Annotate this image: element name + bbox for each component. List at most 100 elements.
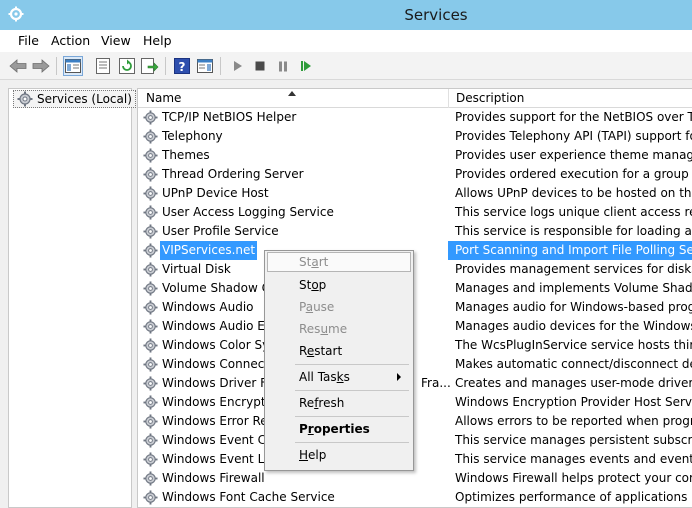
menu-view[interactable]: View (101, 33, 131, 48)
context-menu-properties[interactable]: Properties (267, 419, 411, 439)
sort-ascending-icon (288, 91, 296, 96)
show-hide-console-tree-icon[interactable] (63, 56, 83, 76)
window-title: Services (404, 6, 468, 24)
table-row[interactable]: Windows Event Log This service manages ev… (138, 450, 692, 469)
service-name: Windows Font Cache Service (162, 490, 335, 504)
service-name: Thread Ordering Server (162, 167, 304, 181)
list-header: Name Description (138, 89, 692, 108)
table-row[interactable]: Windows Color Syst The WcsPlugInService s… (138, 336, 692, 355)
menu-action[interactable]: Action (51, 33, 90, 48)
context-menu-start[interactable]: Start (267, 252, 411, 272)
service-gear-icon (143, 376, 158, 391)
service-name: VIPServices.net (160, 241, 258, 260)
context-menu-resume[interactable]: Resume (267, 319, 411, 339)
export-list-icon[interactable] (140, 56, 160, 76)
service-name: User Access Logging Service (162, 205, 334, 219)
service-gear-icon (143, 281, 158, 296)
service-name: User Profile Service (162, 224, 279, 238)
service-gear-icon (143, 452, 158, 467)
service-description: This service is responsible for loading … (455, 224, 692, 238)
context-menu-restart[interactable]: Restart (267, 341, 411, 361)
table-row[interactable]: Windows Audio Manages audio for Windows-b… (138, 298, 692, 317)
pause-service-icon[interactable] (273, 56, 293, 76)
menu-file[interactable]: File (18, 33, 39, 48)
service-description: Manages audio for Windows-based programs (455, 300, 692, 314)
table-row[interactable]: TCP/IP NetBIOS Helper Provides support fo… (138, 108, 692, 127)
service-gear-icon (143, 300, 158, 315)
table-row[interactable]: Telephony Provides Telephony API (TAPI) s… (138, 127, 692, 146)
table-row[interactable]: UPnP Device Host Allows UPnP devices to b… (138, 184, 692, 203)
services-gear-icon (17, 91, 33, 107)
menu-help[interactable]: Help (143, 33, 172, 48)
service-gear-icon (143, 471, 158, 486)
service-description: Provides ordered execution for a group o… (455, 167, 692, 181)
service-description: Windows Firewall helps protect your comp… (455, 471, 692, 485)
service-description: Port Scanning and Import File Polling Se… (448, 241, 692, 260)
service-name: UPnP Device Host (162, 186, 269, 200)
service-description: Windows Encryption Provider Host Service… (455, 395, 692, 409)
start-service-icon[interactable] (228, 56, 248, 76)
service-gear-icon (143, 490, 158, 505)
service-description: This service manages persistent subscrip… (455, 433, 692, 447)
forward-icon[interactable] (31, 56, 51, 76)
menu-separator (295, 442, 409, 443)
table-row[interactable]: Windows Firewall Windows Firewall helps p… (138, 469, 692, 488)
table-row[interactable]: Virtual Disk Provides management services… (138, 260, 692, 279)
service-description: Manages audio devices for the Windows Au… (455, 319, 692, 333)
service-gear-icon (143, 357, 158, 372)
table-row[interactable]: User Profile Service This service is resp… (138, 222, 692, 241)
service-name: Volume Shadow Co (162, 281, 278, 295)
help-icon[interactable]: ? (172, 56, 192, 76)
service-name: TCP/IP NetBIOS Helper (162, 110, 297, 124)
show-action-pane-icon[interactable] (195, 56, 215, 76)
service-gear-icon (143, 262, 158, 277)
stop-service-icon[interactable] (250, 56, 270, 76)
table-row[interactable]: Windows Driver Fou Fra... Creates and mana… (138, 374, 692, 393)
service-description: Provides Telephony API (TAPI) support fo… (455, 129, 692, 143)
table-row[interactable]: Windows Encryption Windows Encryption Pro… (138, 393, 692, 412)
table-row[interactable]: User Access Logging Service This service … (138, 203, 692, 222)
back-icon[interactable] (8, 56, 28, 76)
context-menu-all-tasks[interactable]: All Tasks (267, 367, 411, 387)
service-gear-icon (143, 414, 158, 429)
table-row[interactable]: Windows Font Cache Service Optimizes perf… (138, 488, 692, 507)
submenu-arrow-icon (397, 373, 401, 381)
list-rows: TCP/IP NetBIOS Helper Provides support fo… (138, 108, 692, 507)
table-row[interactable]: Themes Provides user experience theme man… (138, 146, 692, 165)
column-header-description[interactable]: Description (448, 89, 692, 108)
service-description: This service logs unique client access r… (455, 205, 692, 219)
service-name: Windows Firewall (162, 471, 265, 485)
service-name: Themes (162, 148, 210, 162)
tree-item-services-local[interactable]: Services (Local) (13, 90, 136, 108)
table-row[interactable]: Volume Shadow Co Manages and implements V… (138, 279, 692, 298)
properties-icon[interactable] (93, 56, 113, 76)
refresh-icon[interactable] (117, 56, 137, 76)
table-row[interactable]: Windows Event Coll This service manages p… (138, 431, 692, 450)
service-gear-icon (143, 433, 158, 448)
context-menu-refresh[interactable]: Refresh (267, 393, 411, 413)
tree-item-label: Services (Local) (37, 92, 132, 106)
table-row[interactable]: Windows Connection Makes automatic connec… (138, 355, 692, 374)
service-gear-icon (143, 110, 158, 125)
table-row[interactable]: Windows Error Repo Allows errors to be re… (138, 412, 692, 431)
service-description: This service manages events and event lo… (455, 452, 692, 466)
toolbar-separator (56, 57, 57, 75)
service-description: Provides management services for disks, … (455, 262, 692, 276)
service-gear-icon (143, 205, 158, 220)
context-menu-stop[interactable]: Stop (267, 275, 411, 295)
table-row[interactable]: VIPServices.net Port Scanning and Import … (138, 241, 692, 260)
table-row[interactable]: Thread Ordering Server Provides ordered e… (138, 165, 692, 184)
service-gear-icon (143, 167, 158, 182)
service-gear-icon (143, 129, 158, 144)
context-menu-pause[interactable]: Pause (267, 297, 411, 317)
title-bar: Services (0, 0, 692, 30)
service-description: Provides support for the NetBIOS over TC… (455, 110, 692, 124)
service-name: Virtual Disk (162, 262, 231, 276)
service-gear-icon (143, 243, 158, 258)
service-gear-icon (143, 319, 158, 334)
service-gear-icon (143, 224, 158, 239)
table-row[interactable]: Windows Audio End Manages audio devices f… (138, 317, 692, 336)
restart-service-icon[interactable] (296, 56, 316, 76)
context-menu-help[interactable]: Help (267, 445, 411, 465)
menu-bar: File Action View Help (0, 30, 692, 52)
